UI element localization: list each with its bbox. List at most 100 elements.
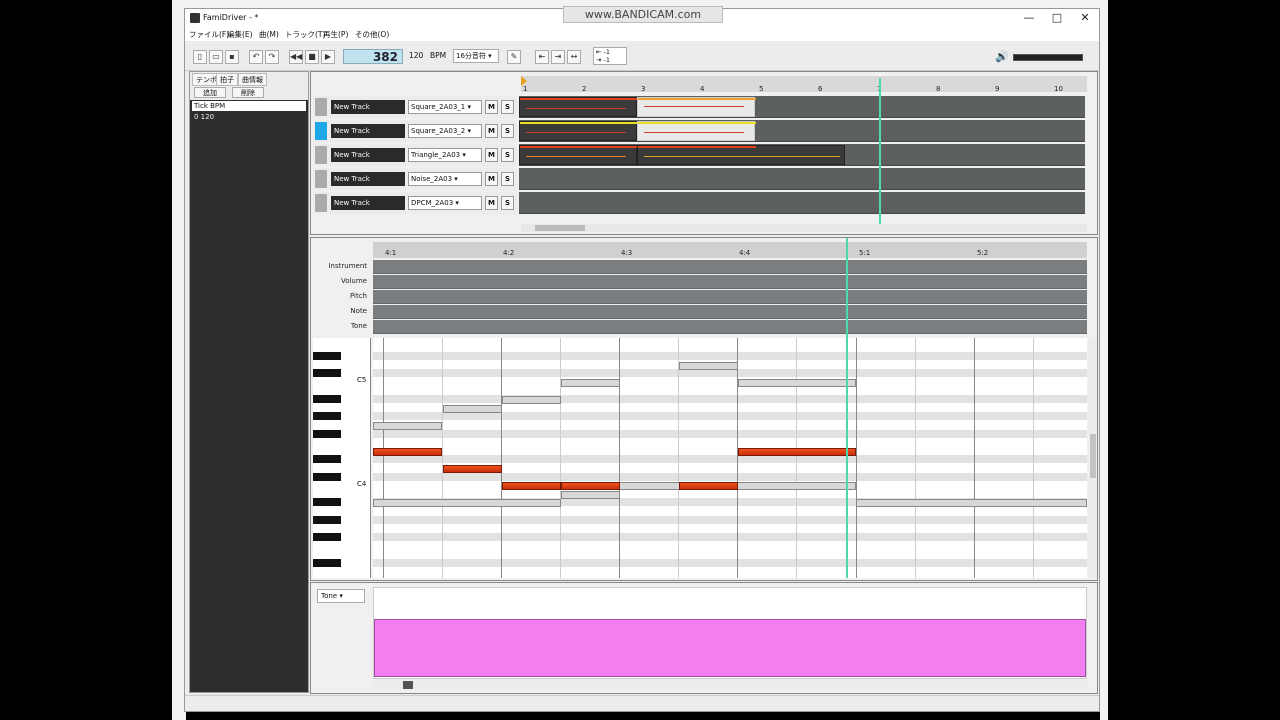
mute-button[interactable]: M (485, 100, 498, 114)
note[interactable] (373, 448, 442, 456)
minimize-button[interactable]: — (1019, 11, 1039, 25)
solo-button[interactable]: S (501, 196, 514, 210)
envelope-lane-note[interactable] (373, 305, 1087, 319)
maximize-button[interactable]: □ (1047, 11, 1067, 25)
black-key[interactable] (313, 430, 341, 438)
black-key[interactable] (313, 498, 341, 506)
ghost-note[interactable] (561, 379, 620, 387)
black-key[interactable] (313, 473, 341, 481)
track-color[interactable] (315, 170, 327, 188)
track-color[interactable] (315, 122, 327, 140)
solo-button[interactable]: S (501, 124, 514, 138)
piano-keyboard[interactable]: C5 C4 (313, 338, 371, 578)
playhead[interactable] (879, 78, 881, 228)
track-row[interactable]: New Track Square_2A03_1 ▾ M S (313, 96, 517, 118)
piano-roll-vertical-scrollbar[interactable] (1089, 338, 1097, 578)
menu-file[interactable]: ファイル(F) (189, 29, 229, 40)
pattern-clip[interactable] (519, 97, 638, 117)
black-key[interactable] (313, 395, 341, 403)
close-button[interactable]: ✕ (1075, 11, 1095, 25)
track-name[interactable]: New Track (331, 196, 405, 210)
track-row[interactable]: New Track DPCM_2A03 ▾ M S (313, 192, 517, 214)
new-file-icon[interactable]: ▯ (193, 50, 207, 64)
instrument-select[interactable]: DPCM_2A03 ▾ (408, 196, 482, 210)
rewind-icon[interactable]: ◀◀ (289, 50, 303, 64)
track-color[interactable] (315, 98, 327, 116)
black-key[interactable] (313, 559, 341, 567)
mute-button[interactable]: M (485, 172, 498, 186)
note-grid[interactable] (373, 338, 1087, 578)
black-key[interactable] (313, 369, 341, 377)
track-row[interactable]: New Track Triangle_2A03 ▾ M S (313, 144, 517, 166)
remove-button[interactable]: 削除 (232, 87, 264, 98)
ghost-note[interactable] (502, 396, 561, 404)
scrollbar-thumb[interactable] (535, 225, 585, 231)
scrollbar-thumb[interactable] (403, 681, 413, 689)
redo-icon[interactable]: ↷ (265, 50, 279, 64)
menu-track[interactable]: トラック(T) (285, 29, 325, 40)
pattern-clip[interactable] (637, 121, 756, 141)
pattern-clip[interactable] (637, 97, 756, 117)
solo-button[interactable]: S (501, 172, 514, 186)
tone-graph[interactable] (373, 587, 1087, 679)
mute-button[interactable]: M (485, 148, 498, 162)
solo-button[interactable]: S (501, 100, 514, 114)
tempo-row[interactable]: 0 120 (194, 113, 214, 121)
note[interactable] (443, 465, 502, 473)
parameter-select[interactable]: Tone ▾ (317, 589, 365, 603)
black-key[interactable] (313, 533, 341, 541)
menu-edit[interactable]: 編集(E) (227, 29, 253, 40)
ghost-note[interactable] (561, 491, 620, 499)
instrument-select[interactable]: Square_2A03_2 ▾ (408, 124, 482, 138)
tab-meter[interactable]: 拍子 (216, 73, 238, 86)
envelope-lane-instrument[interactable] (373, 260, 1087, 274)
ghost-note[interactable] (373, 499, 561, 507)
mute-button[interactable]: M (485, 196, 498, 210)
note[interactable] (679, 482, 738, 490)
scrollbar-thumb[interactable] (1090, 434, 1096, 478)
playhead[interactable] (846, 238, 848, 578)
track-color[interactable] (315, 194, 327, 212)
black-key[interactable] (313, 516, 341, 524)
menu-other[interactable]: その他(O) (355, 29, 389, 40)
track-row[interactable]: New Track Square_2A03_2 ▾ M S (313, 120, 517, 142)
tone-horizontal-scrollbar[interactable] (373, 681, 1087, 689)
track-name[interactable]: New Track (331, 100, 405, 114)
track-horizontal-scrollbar[interactable] (521, 224, 1087, 232)
track-lane[interactable] (519, 192, 1085, 214)
track-name[interactable]: New Track (331, 124, 405, 138)
note[interactable] (738, 448, 856, 456)
track-color[interactable] (315, 146, 327, 164)
black-key[interactable] (313, 412, 341, 420)
track-lane[interactable] (519, 144, 1085, 166)
save-icon[interactable]: ▪ (225, 50, 239, 64)
track-name[interactable]: New Track (331, 172, 405, 186)
add-button[interactable]: 追加 (194, 87, 226, 98)
ghost-note[interactable] (679, 362, 738, 370)
menu-song[interactable]: 曲(M) (259, 29, 279, 40)
pattern-clip[interactable] (637, 145, 845, 165)
jump-start-icon[interactable]: ⇤ (535, 50, 549, 64)
grid-select[interactable]: 16分音符 ▾ (453, 49, 499, 63)
track-row[interactable]: New Track Noise_2A03 ▾ M S (313, 168, 517, 190)
mute-button[interactable]: M (485, 124, 498, 138)
jump-end-icon[interactable]: ⇥ (551, 50, 565, 64)
black-key[interactable] (313, 455, 341, 463)
open-folder-icon[interactable]: ▭ (209, 50, 223, 64)
track-lane[interactable] (519, 120, 1085, 142)
instrument-select[interactable]: Triangle_2A03 ▾ (408, 148, 482, 162)
instrument-select[interactable]: Square_2A03_1 ▾ (408, 100, 482, 114)
note[interactable] (502, 482, 561, 490)
solo-button[interactable]: S (501, 148, 514, 162)
ghost-note[interactable] (856, 499, 1087, 507)
menu-play[interactable]: 再生(P) (323, 29, 348, 40)
tab-song-info[interactable]: 曲情報 (238, 73, 267, 86)
pattern-clip[interactable] (519, 121, 638, 141)
measure-ruler[interactable]: 1 2 3 4 5 6 7 8 9 10 (521, 76, 1087, 93)
undo-icon[interactable]: ↶ (249, 50, 263, 64)
track-lane[interactable] (519, 168, 1085, 190)
black-key[interactable] (313, 352, 341, 360)
track-name[interactable]: New Track (331, 148, 405, 162)
speaker-icon[interactable]: 🔊 (995, 50, 1009, 63)
ghost-note[interactable] (738, 379, 856, 387)
